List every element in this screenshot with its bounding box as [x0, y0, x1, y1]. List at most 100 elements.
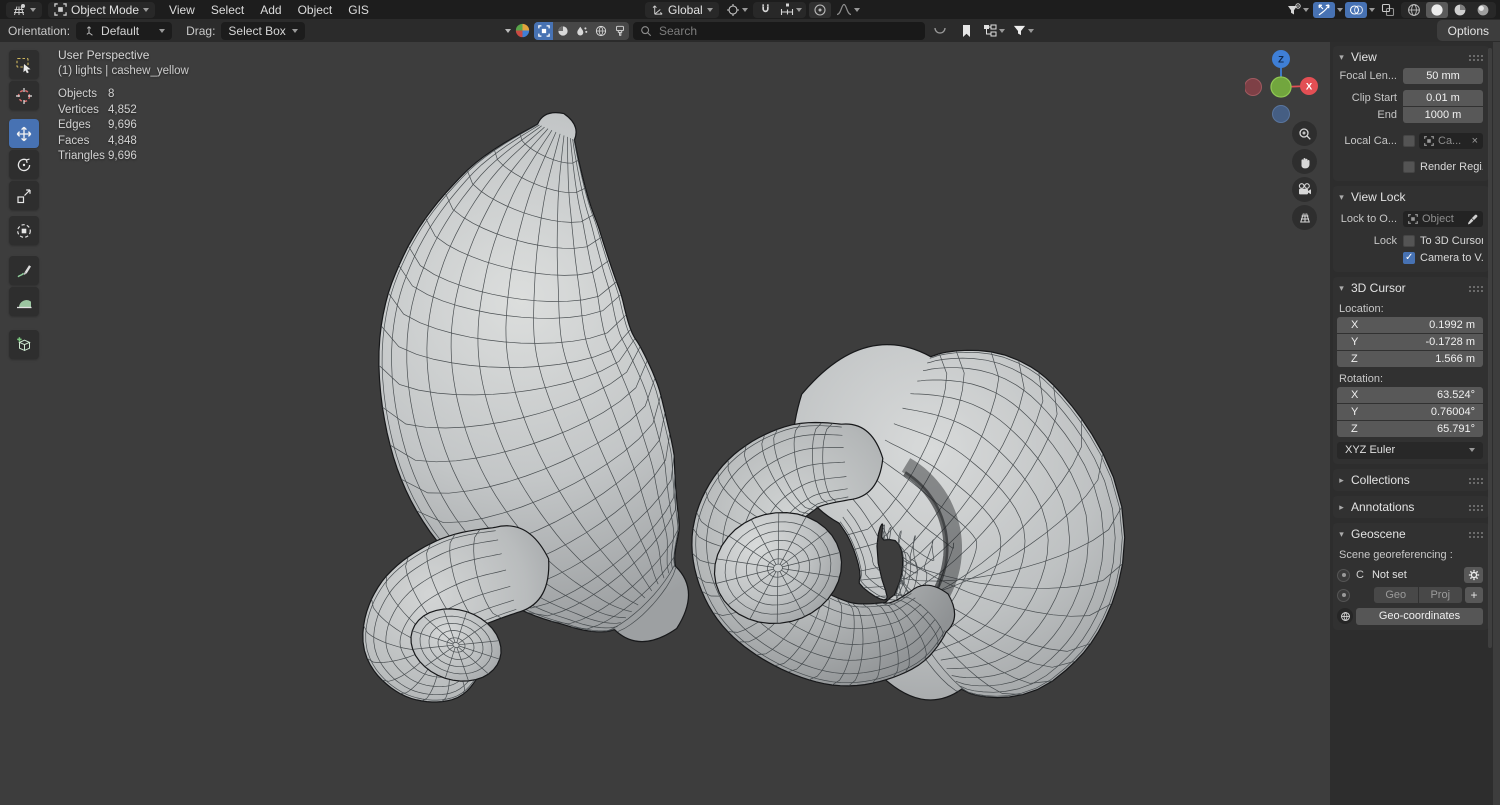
rotation-mode-dropdown[interactable]: XYZ Euler [1337, 442, 1483, 459]
crs-radio[interactable] [1337, 569, 1350, 582]
visibility-filter-button[interactable] [1285, 2, 1311, 18]
cursor-rotation-z[interactable]: Z65.791° [1337, 421, 1483, 437]
editor-type-button[interactable] [6, 2, 42, 18]
gizmos-toggle[interactable] [1313, 2, 1335, 18]
tool-rotate[interactable] [9, 150, 39, 179]
panel-view-lock-header[interactable]: ▾ View Lock [1337, 188, 1483, 206]
add-crs-button[interactable]: + [1465, 587, 1483, 603]
drag-grip-icon[interactable] [1468, 531, 1483, 538]
panel-view: ▾ View Focal Len... 50 mm Clip Start 0.0… [1333, 46, 1489, 181]
xray-toggle[interactable] [1377, 2, 1399, 18]
paint-basemap-button[interactable] [610, 22, 629, 40]
drag-dropdown[interactable]: Select Box [221, 22, 304, 40]
panel-collections-header[interactable]: ▸ Collections [1337, 471, 1483, 489]
pie-view-button[interactable] [553, 22, 572, 40]
axis-neg-z-ball[interactable] [1273, 106, 1290, 123]
shading-wireframe-button[interactable] [1403, 2, 1425, 18]
menu-view[interactable]: View [161, 3, 203, 17]
pivot-point-button[interactable] [724, 2, 750, 18]
orientation-dropdown[interactable]: Default [76, 22, 172, 40]
sidebar-scrollbar[interactable] [1488, 48, 1492, 648]
snap-with-button[interactable] [778, 2, 804, 18]
cursor-location-y[interactable]: Y-0.1728 m [1337, 334, 1483, 350]
georeferencing-label: Scene georeferencing : [1339, 549, 1483, 561]
cursor-location-z[interactable]: Z1.566 m [1337, 351, 1483, 367]
drag-grip-icon[interactable] [1468, 54, 1483, 61]
tool-select-box[interactable] [9, 50, 39, 79]
hand-icon [1298, 155, 1312, 169]
select-box-icon [15, 56, 33, 74]
camera-to-view-checkbox[interactable] [1403, 252, 1415, 264]
zoom-button[interactable] [1292, 121, 1317, 146]
panel-geoscene-header[interactable]: ▾ Geoscene [1337, 525, 1483, 543]
filter-button[interactable] [1011, 23, 1036, 39]
shading-rendered-button[interactable] [1472, 2, 1494, 18]
geo-coordinates-button[interactable]: Geo-coordinates [1356, 608, 1483, 625]
options-button[interactable]: Options [1437, 20, 1500, 41]
drag-grip-icon[interactable] [1468, 477, 1483, 484]
tool-measure[interactable] [9, 287, 39, 316]
drag-label: Drag: [186, 24, 215, 38]
clear-icon[interactable]: × [1472, 135, 1478, 147]
menu-gis[interactable]: GIS [340, 3, 377, 17]
focal-length-field[interactable]: 50 mm [1403, 68, 1483, 84]
lasso-arc-button[interactable] [929, 23, 951, 39]
geo-button[interactable]: Geo [1374, 587, 1418, 603]
search-input[interactable] [657, 23, 901, 39]
tool-scale[interactable] [9, 181, 39, 210]
snap-toggle[interactable] [755, 2, 777, 18]
shading-material-button[interactable] [1449, 2, 1471, 18]
eyedropper-icon[interactable] [1467, 214, 1478, 225]
tool-cursor[interactable] [9, 81, 39, 110]
proportional-editing-toggle[interactable] [809, 2, 831, 18]
search-box[interactable] [633, 22, 925, 40]
cursor-location-x[interactable]: X0.1992 m [1337, 317, 1483, 333]
local-camera-checkbox[interactable] [1403, 135, 1415, 147]
lock-to-object-field[interactable]: Object [1403, 211, 1483, 227]
crs-settings-button[interactable] [1464, 567, 1483, 583]
menu-add[interactable]: Add [252, 3, 289, 17]
view-2d-button[interactable] [534, 22, 553, 40]
stat-value: 4,848 [108, 135, 189, 147]
overlays-toggle[interactable] [1345, 2, 1367, 18]
bookmark-button[interactable] [955, 23, 977, 39]
panel-3d-cursor-header[interactable]: ▾ 3D Cursor [1337, 279, 1483, 297]
shading-solid-button[interactable] [1426, 2, 1448, 18]
clip-end-field[interactable]: 1000 m [1403, 107, 1483, 123]
xray-icon [1381, 3, 1395, 17]
axis-y-ball[interactable] [1271, 77, 1291, 97]
stat-value: 9,696 [108, 150, 189, 162]
cursor-rotation-x[interactable]: X63.524° [1337, 387, 1483, 403]
render-region-checkbox[interactable] [1403, 161, 1415, 173]
crs-radio-2[interactable] [1337, 589, 1350, 602]
drag-grip-icon[interactable] [1468, 285, 1483, 292]
stat-label: Edges [58, 119, 108, 131]
pan-button[interactable] [1292, 149, 1317, 174]
tool-annotate[interactable] [9, 256, 39, 285]
camera-view-button[interactable] [1292, 177, 1317, 202]
tool-transform[interactable] [9, 216, 39, 245]
cursor-rotation-y[interactable]: Y0.76004° [1337, 404, 1483, 420]
navigation-gizmo[interactable]: Z X [1245, 46, 1321, 126]
tool-move[interactable] [9, 119, 39, 148]
panel-view-header[interactable]: ▾ View [1337, 48, 1483, 66]
falloff-button[interactable] [834, 2, 862, 18]
drop-particles-button[interactable] [572, 22, 591, 40]
collections-visibility-button[interactable] [981, 23, 1007, 39]
menu-object[interactable]: Object [290, 3, 341, 17]
local-camera-field[interactable]: Ca... × [1419, 133, 1483, 149]
mode-select[interactable]: Object Mode [48, 2, 155, 18]
camera-to-view-label: Camera to V... [1420, 252, 1483, 264]
lock-to-cursor-checkbox[interactable] [1403, 235, 1415, 247]
basemap-sphere-icon[interactable] [515, 23, 530, 38]
tool-add-cube[interactable] [9, 330, 39, 359]
proj-button[interactable]: Proj [1419, 587, 1463, 603]
menu-select[interactable]: Select [203, 3, 252, 17]
perspective-toggle-button[interactable] [1292, 205, 1317, 230]
drag-grip-icon[interactable] [1468, 504, 1483, 511]
orientation-select[interactable]: Global [645, 2, 719, 18]
globe-button[interactable] [591, 22, 610, 40]
axis-neg-x-ball[interactable] [1245, 79, 1262, 96]
panel-annotations-header[interactable]: ▸ Annotations [1337, 498, 1483, 516]
clip-start-field[interactable]: 0.01 m [1403, 90, 1483, 106]
